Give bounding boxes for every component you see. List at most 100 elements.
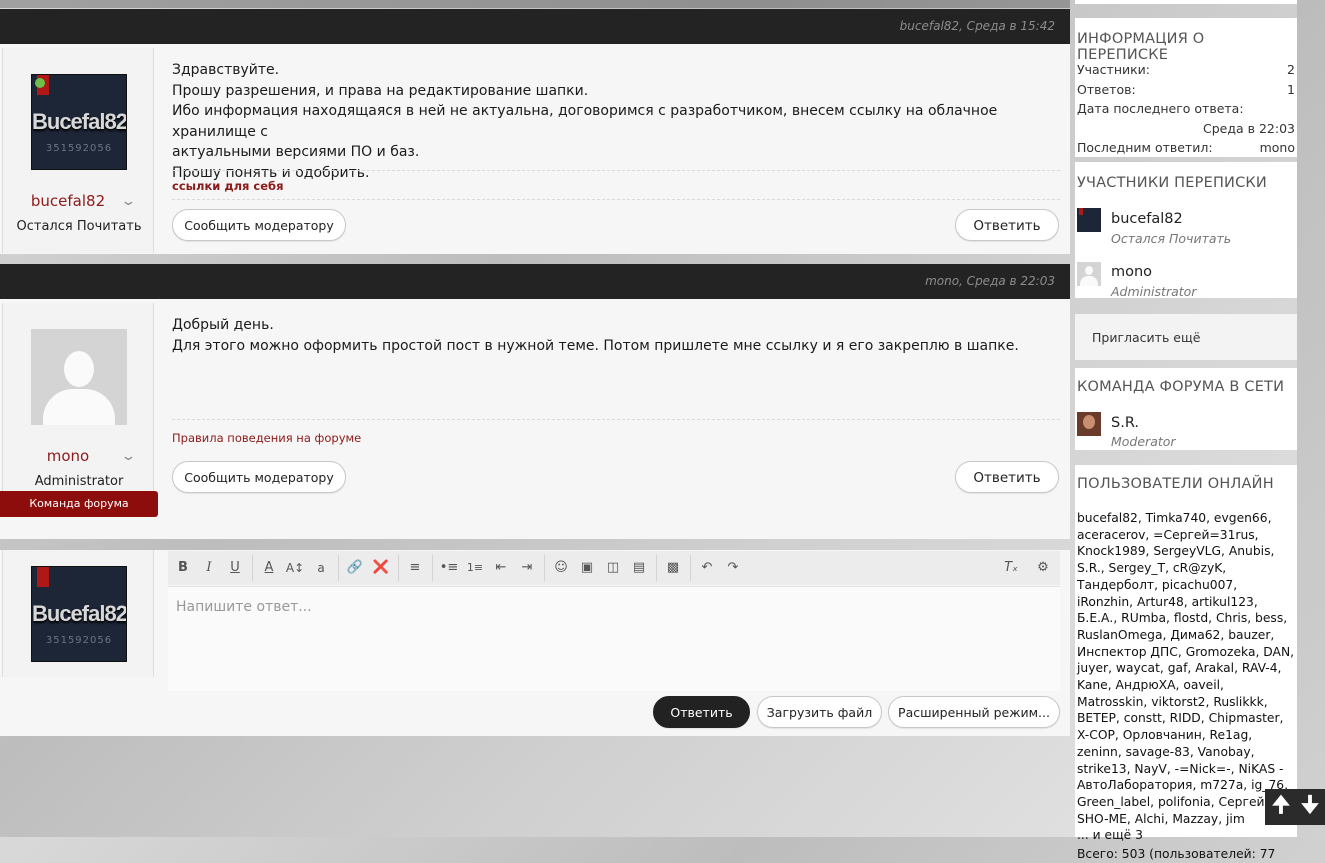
report-button[interactable]: Сообщить модератору xyxy=(172,209,346,241)
info-row: Последним ответил: mono xyxy=(1077,140,1295,155)
image-icon[interactable]: ▣ xyxy=(576,557,598,579)
bullet-list-icon[interactable]: •≡ xyxy=(438,557,460,579)
block-title: КОМАНДА ФОРУМА В СЕТИ xyxy=(1077,379,1285,395)
user-title: Administrator xyxy=(34,474,124,489)
avatar-logo-text: Bucefal82 xyxy=(32,601,127,626)
message-line: Прошу разрешения, и права на редактирова… xyxy=(172,82,589,99)
block-title: ИНФОРМАЦИЯ О ПЕРЕПИСКЕ xyxy=(1077,31,1205,63)
post: mono ⌄ Administrator Добрый день. Для эт… xyxy=(0,299,1070,539)
arrow-up-icon[interactable]: 🠉 xyxy=(1268,793,1294,819)
report-button[interactable]: Сообщить модератору xyxy=(172,461,346,493)
online-indicator-icon xyxy=(35,78,45,88)
reply-button[interactable]: Ответить xyxy=(955,461,1059,493)
post-signature: Правила поведения на форуме xyxy=(172,419,1060,445)
avatar[interactable] xyxy=(1077,412,1101,436)
message-line: Ибо информация находящаяся в ней не акту… xyxy=(172,103,998,140)
media-icon[interactable]: ◫ xyxy=(602,557,624,579)
scroll-buttons: 🠉 🠋 xyxy=(1265,789,1325,825)
post: Bucefal82 351592056 bucefal82 ⌄ Остался … xyxy=(0,44,1070,254)
signature-link[interactable]: Правила поведения на форуме xyxy=(172,431,361,445)
reply-userbox: Bucefal82 351592056 xyxy=(2,550,154,677)
toggle-bbcode-icon[interactable]: ⚙ xyxy=(1032,557,1054,579)
message-line: Добрый день. xyxy=(172,317,274,333)
post-username[interactable]: mono xyxy=(3,447,133,465)
message-line: актуальными версиями ПО и баз. xyxy=(172,144,420,160)
post-signature: ссылки для себя xyxy=(172,170,1060,193)
staff-name[interactable]: S.R. xyxy=(1111,415,1139,431)
signature-link[interactable]: ссылки для себя xyxy=(172,179,283,193)
italic-icon[interactable]: I xyxy=(198,557,220,579)
user-title: Остался Почитать xyxy=(16,219,142,234)
link-icon[interactable]: 🔗 xyxy=(344,557,366,579)
unlink-icon[interactable]: ❌ xyxy=(370,557,392,579)
post-message: Здравствуйте. Прошу разрешения, и права … xyxy=(172,60,1052,183)
chevron-down-icon[interactable]: ⌄ xyxy=(120,449,136,464)
last-replier-link[interactable]: mono xyxy=(1260,140,1295,155)
remove-format-icon[interactable]: Tₓ xyxy=(1000,557,1022,579)
post-author-date[interactable]: mono, Среда в 22:03 xyxy=(925,274,1055,288)
smilie-icon[interactable]: ☺ xyxy=(550,557,572,579)
redo-icon[interactable]: ↷ xyxy=(722,557,744,579)
avatar-number-text: 351592056 xyxy=(45,635,113,646)
avatar[interactable] xyxy=(1077,262,1101,286)
participant-role: Остался Почитать xyxy=(1111,231,1232,246)
participants-block: УЧАСТНИКИ ПЕРЕПИСКИ bucefal82 Остался По… xyxy=(1075,162,1297,299)
font-family-icon[interactable]: a xyxy=(310,557,332,579)
default-avatar-icon xyxy=(64,351,94,387)
bold-icon[interactable]: B xyxy=(172,557,194,579)
avatar[interactable]: Bucefal82 351592056 xyxy=(31,566,127,662)
reply-editor[interactable]: Напишите ответ... xyxy=(168,586,1060,691)
online-more-link[interactable]: ... и ещё 3 xyxy=(1077,827,1297,844)
avatar-number-text: 351592056 xyxy=(45,143,113,154)
undo-icon[interactable]: ↶ xyxy=(696,557,718,579)
post-header: bucefal82, Среда в 15:42 xyxy=(0,9,1070,44)
post-userbox: Bucefal82 351592056 bucefal82 ⌄ Остался … xyxy=(2,48,154,253)
staff-role: Moderator xyxy=(1111,434,1176,449)
invite-block: Пригласить ещё xyxy=(1075,314,1297,360)
invite-more-link[interactable]: Пригласить ещё xyxy=(1092,330,1200,345)
insert-icon[interactable]: ▤ xyxy=(628,557,650,579)
chevron-down-icon[interactable]: ⌄ xyxy=(120,194,136,209)
online-users-text[interactable]: bucefal82, Timka740, evgen66, aceracerov… xyxy=(1077,511,1294,826)
reply-submit-button[interactable]: Ответить xyxy=(653,696,750,728)
participant-name[interactable]: bucefal82 xyxy=(1111,211,1183,227)
upload-file-button[interactable]: Загрузить файл xyxy=(757,696,882,728)
arrow-down-icon[interactable]: 🠋 xyxy=(1297,793,1323,819)
avatar[interactable]: Bucefal82 351592056 xyxy=(31,74,127,170)
divider xyxy=(172,199,1060,200)
avatar-logo-text: Bucefal82 xyxy=(32,109,127,134)
staff-online-block: КОМАНДА ФОРУМА В СЕТИ S.R. Moderator xyxy=(1075,368,1297,450)
users-online-block: ПОЛЬЗОВАТЕЛИ ОНЛАЙН bucefal82, Timka740,… xyxy=(1075,465,1297,861)
participant-name[interactable]: mono xyxy=(1111,264,1152,280)
underline-icon[interactable]: U xyxy=(224,557,246,579)
post-header: mono, Среда в 22:03 xyxy=(0,264,1070,299)
advanced-mode-button[interactable]: Расширенный режим... xyxy=(888,696,1060,728)
numbered-list-icon[interactable]: 1≡ xyxy=(464,557,486,579)
block-title: УЧАСТНИКИ ПЕРЕПИСКИ xyxy=(1077,175,1267,191)
editor-placeholder: Напишите ответ... xyxy=(176,599,312,615)
post-author-date[interactable]: bucefal82, Среда в 15:42 xyxy=(900,19,1055,33)
reply-button[interactable]: Ответить xyxy=(955,209,1059,241)
flag-icon xyxy=(37,567,49,587)
block-title: ПОЛЬЗОВАТЕЛИ ОНЛАЙН xyxy=(1077,476,1274,492)
outdent-icon[interactable]: ⇤ xyxy=(490,557,512,579)
online-total: Всего: 503 (пользователей: 77 xyxy=(1077,847,1276,862)
background-decoration xyxy=(1297,0,1325,837)
info-row: Ответов: 1 xyxy=(1077,82,1295,97)
indent-icon[interactable]: ⇥ xyxy=(516,557,538,579)
message-line: Здравствуйте. xyxy=(172,62,280,78)
post-username[interactable]: bucefal82 xyxy=(3,192,133,210)
editor-toolbar: B I U A A↕ a 🔗 ❌ ≡ •≡ 1≡ ⇤ ⇥ ☺ ▣ ◫ ▤ ▩ ↶ xyxy=(168,551,1060,585)
message-line: Для этого можно оформить простой пост в … xyxy=(172,337,1019,354)
post-message: Добрый день. Для этого можно оформить пр… xyxy=(172,315,1052,356)
online-users-list: bucefal82, Timka740, evgen66, aceracerov… xyxy=(1077,510,1297,863)
avatar[interactable] xyxy=(31,329,127,425)
avatar[interactable] xyxy=(1077,208,1101,232)
post-userbox: mono ⌄ Administrator xyxy=(2,303,154,515)
font-size-icon[interactable]: A↕ xyxy=(284,557,306,579)
save-draft-icon[interactable]: ▩ xyxy=(662,557,684,579)
participant-role: Administrator xyxy=(1111,284,1197,299)
font-color-icon[interactable]: A xyxy=(258,557,280,579)
align-icon[interactable]: ≡ xyxy=(404,557,426,579)
info-row: Участники: 2 xyxy=(1077,62,1295,77)
